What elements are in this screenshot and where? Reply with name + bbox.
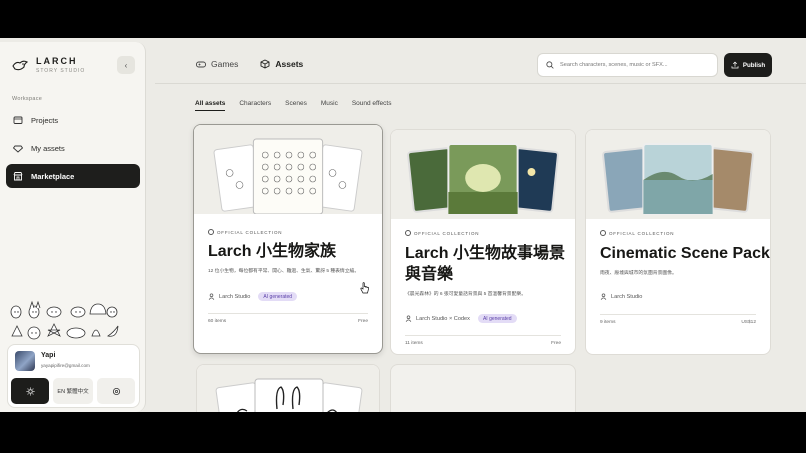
chevron-left-icon: ‹ [124,60,128,70]
card-title: Cinematic Scene Pack [600,245,770,262]
gear-icon [112,387,120,395]
badge-text: OFFICIAL COLLECTION [609,230,675,236]
sidebar-item-marketplace[interactable]: Marketplace [6,164,140,188]
filter-characters[interactable]: Characters [239,100,271,111]
card-title: Larch 小生物家族 [208,243,337,260]
top-tabs: Games Assets [196,59,303,69]
settings-button[interactable] [97,378,135,404]
language-switch[interactable]: EN 繁體中文 [53,378,93,404]
publish-label: Publish [742,61,766,69]
card-author: Larch Studio [600,293,642,300]
card-title: Larch 小生物故事場景 [405,245,566,262]
card-thumbnail [586,130,770,219]
sidebar-item-label: Marketplace [31,171,75,181]
badge-icon [405,230,411,236]
item-count: 11 items [405,341,423,346]
filter-all-assets[interactable]: All assets [195,100,226,111]
badge-icon [208,229,214,235]
tab-label: Assets [275,59,304,69]
diamond-icon [13,145,23,153]
person-icon [600,293,607,300]
asset-card[interactable]: OFFICIAL COLLECTION Larch 小生物家族 12 位小生物，… [193,124,383,354]
ai-generated-tag: AI generated [258,292,298,301]
section-label: Workspace [12,96,43,102]
user-email: yayapipifire@gmail.com [41,363,90,368]
price: Free [551,341,561,346]
author-name: Larch Studio [219,293,251,300]
card-footer: 11 items Free [405,335,561,346]
sun-icon [25,386,35,396]
official-badge: OFFICIAL COLLECTION [600,230,674,236]
box-icon [260,59,270,69]
avatar[interactable] [15,351,35,371]
price: Free [358,319,368,324]
ai-generated-tag: AI generated [477,314,517,323]
creatures-illustration [10,300,119,340]
badge-icon [600,230,606,236]
card-thumbnail [391,130,575,219]
badge-text: OFFICIAL COLLECTION [217,229,283,235]
filter-music[interactable]: Music [321,100,338,111]
filter-sound-effects[interactable]: Sound effects [352,100,392,111]
sidebar-item-projects[interactable]: Projects [6,108,140,132]
search-box[interactable] [537,53,718,77]
card-footer: 60 items Free [208,313,368,324]
brand[interactable]: LARCH STORY STUDIO [12,56,85,74]
collapse-sidebar-button[interactable]: ‹ [117,56,135,74]
card-description: 《晨光森林》的 6 張可愛童話背景與 5 首溫馨背景配樂。 [405,292,526,297]
author-name: Larch Studio [611,293,643,300]
tab-assets[interactable]: Assets [260,59,303,69]
tab-label: Games [211,59,239,69]
official-badge: OFFICIAL COLLECTION [405,230,479,236]
filter-scenes[interactable]: Scenes [285,100,307,111]
card-footer: 9 items US$12 [600,314,756,325]
card-title-line2: 與音樂 [405,266,454,283]
card-description: 雨夜、廢墟與城市的氛圍背景圖像。 [600,271,677,276]
asset-card[interactable]: OFFICIAL COLLECTION Larch 小生物故事場景 與音樂 《晨… [390,129,576,355]
sidebar-item-label: Projects [31,115,59,125]
hand-cursor-icon [360,282,369,294]
asset-card[interactable]: OFFICIAL COLLECTION Cinematic Scene Pack… [585,129,771,355]
publish-button[interactable]: Publish [724,53,772,77]
author-name: Larch Studio × Codex [416,315,470,322]
filter-tabs: All assets Characters Scenes Music Sound… [195,100,391,111]
store-icon [13,172,23,181]
price: US$12 [741,320,756,325]
brand-subtitle: STORY STUDIO [36,68,86,74]
card-author: Larch Studio × Codex AI generated [405,314,517,323]
app-window: LARCH STORY STUDIO ‹ Workspace Projects … [0,38,806,412]
item-count: 60 items [208,319,227,324]
search-icon [546,61,554,69]
person-icon [208,293,215,300]
item-count: 9 items [600,320,616,325]
card-description: 12 位小生物，每位都有平常、開心、難過、生氣、驚訝 5 種表情立繪。 [208,269,360,274]
theme-toggle-button[interactable] [11,378,49,404]
folder-icon [13,116,23,124]
upload-icon [731,61,739,69]
search-input[interactable] [560,62,710,68]
sidebar-item-label: My assets [31,143,65,153]
asset-card[interactable] [390,364,576,412]
gamepad-icon [196,61,206,68]
card-thumbnail [194,125,382,214]
tab-games[interactable]: Games [196,59,238,69]
bird-logo-icon [12,60,28,71]
badge-text: OFFICIAL COLLECTION [414,230,480,236]
card-author: Larch Studio AI generated [208,292,298,301]
official-badge: OFFICIAL COLLECTION [208,229,282,235]
user-card: Yapi yayapipifire@gmail.com EN 繁體中文 [7,344,140,408]
sidebar: LARCH STORY STUDIO ‹ Workspace Projects … [0,42,146,412]
brand-name: LARCH [36,56,78,66]
user-name: Yapi [41,352,56,359]
card-thumbnail [197,365,379,412]
person-icon [405,315,412,322]
sidebar-item-my-assets[interactable]: My assets [6,136,140,160]
header-divider [155,83,806,84]
asset-card[interactable] [196,364,380,412]
